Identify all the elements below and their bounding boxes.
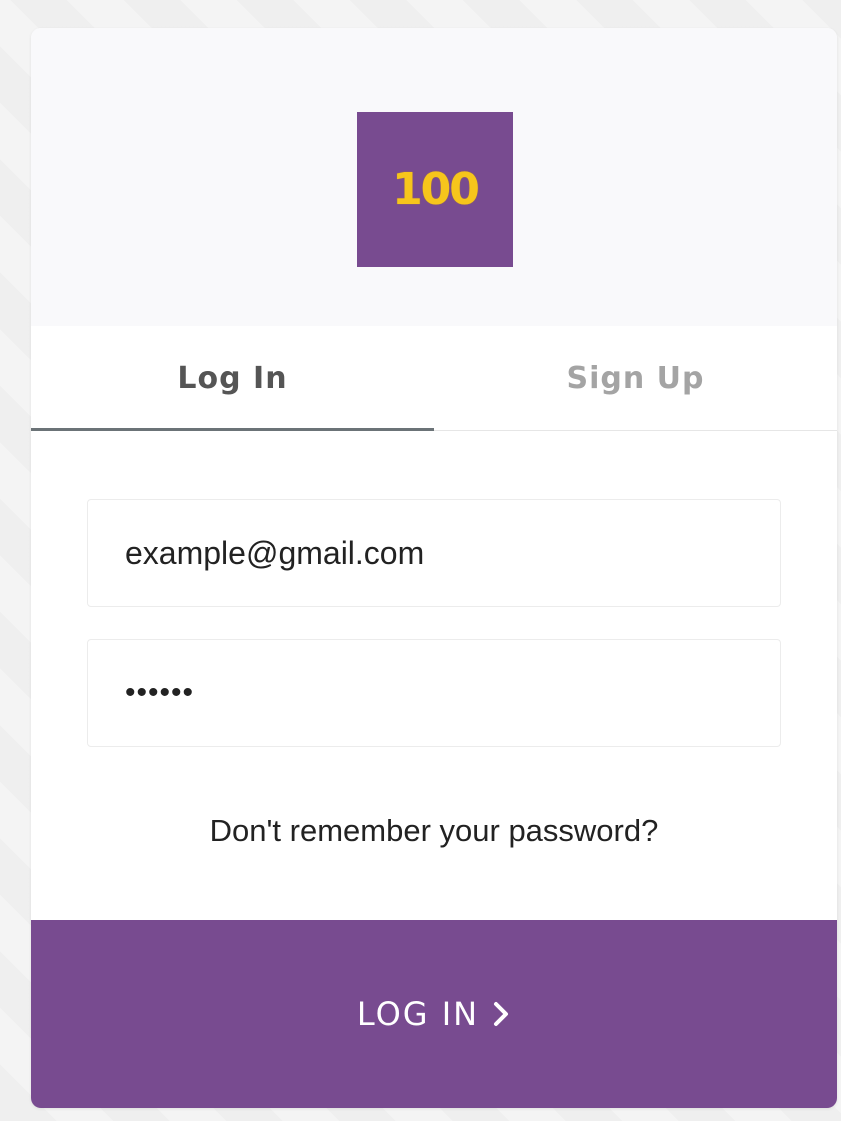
brand-logo-text: 100 <box>392 164 480 215</box>
log-in-button[interactable]: LOG IN <box>31 920 837 1108</box>
log-in-button-label: LOG IN <box>356 995 480 1033</box>
forgot-password-link[interactable]: Don't remember your password? <box>31 813 837 849</box>
logo-area: 100 <box>31 28 837 326</box>
brand-logo: 100 <box>357 112 513 267</box>
login-card: 100 Log In Sign Up Don't remember your p… <box>31 28 837 1108</box>
email-input[interactable] <box>87 499 781 607</box>
active-tab-indicator <box>31 428 434 431</box>
chevron-right-icon <box>491 997 511 1026</box>
tab-log-in[interactable]: Log In <box>31 326 434 430</box>
password-input[interactable] <box>87 639 781 747</box>
tab-sign-up[interactable]: Sign Up <box>434 326 837 430</box>
auth-tabs: Log In Sign Up <box>31 326 837 431</box>
